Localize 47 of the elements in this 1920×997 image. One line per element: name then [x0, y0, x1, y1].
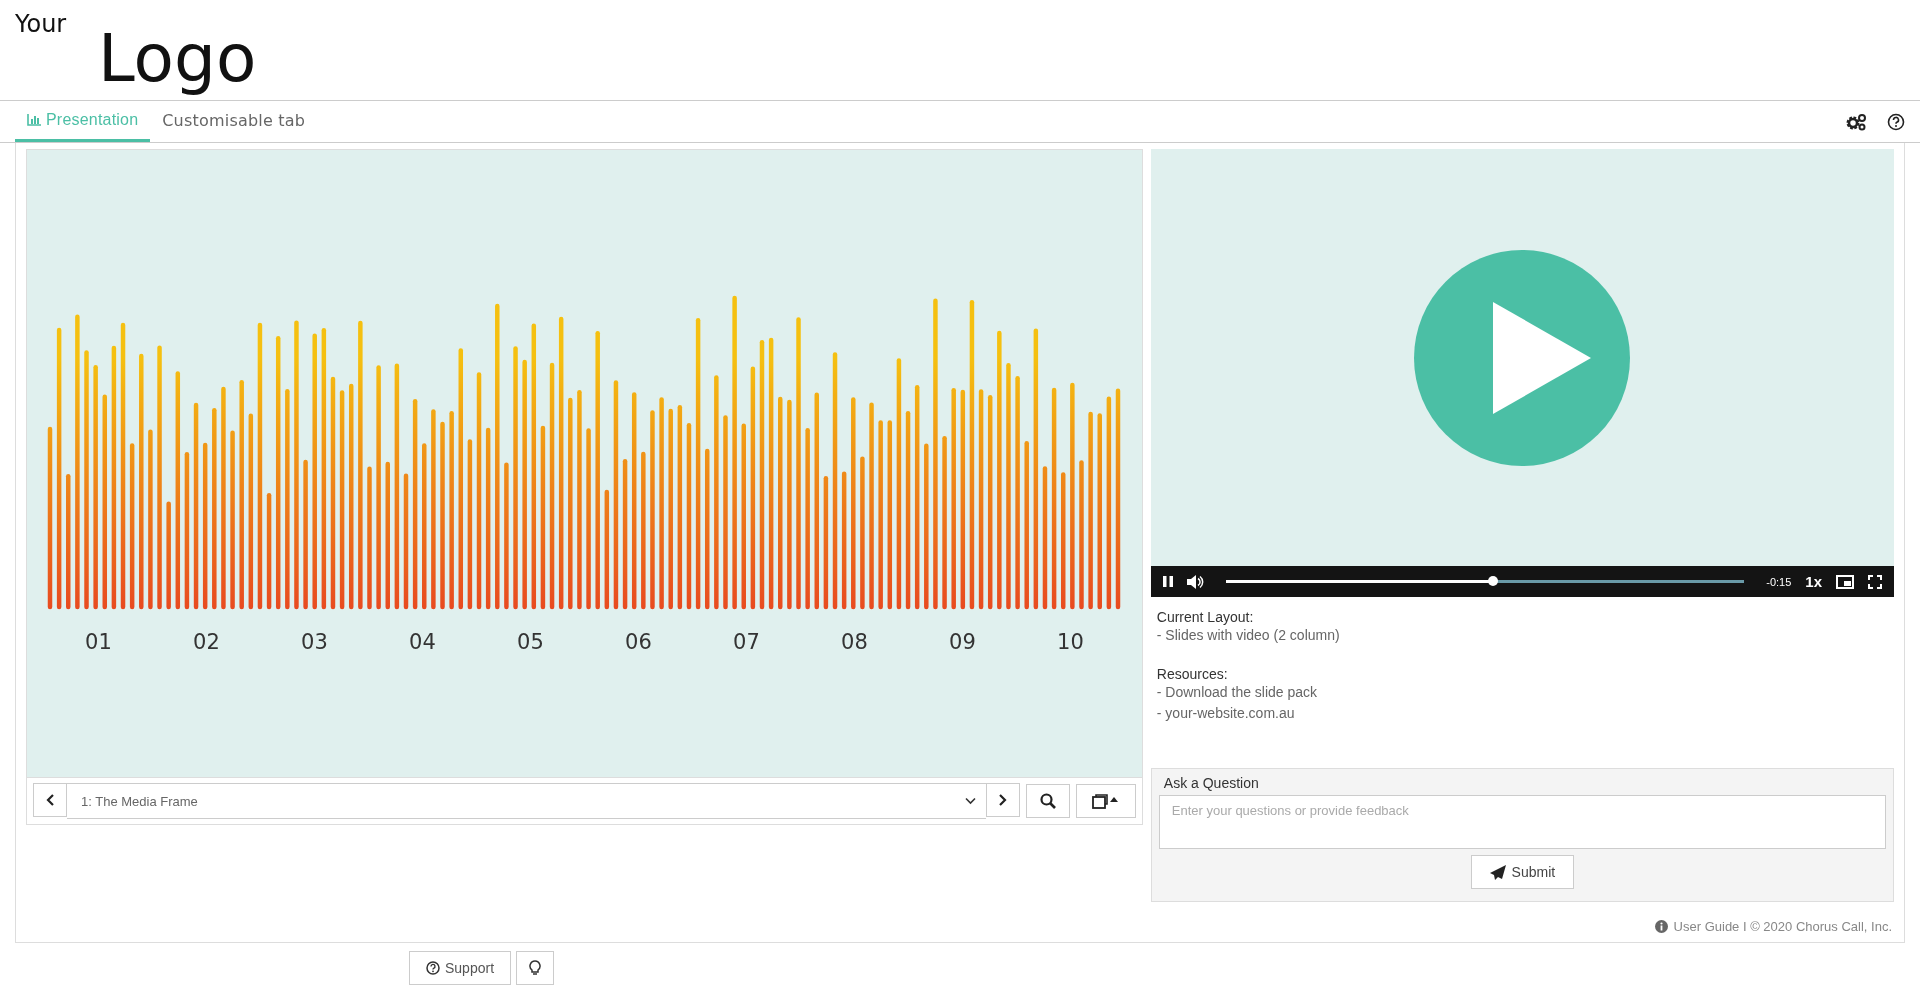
slide-label: 08	[840, 630, 869, 654]
search-icon	[1039, 793, 1056, 809]
question-title: Ask a Question	[1163, 775, 1260, 791]
time-remaining: -0:15	[1766, 575, 1792, 588]
info-line: - your-website.com.au	[1156, 704, 1296, 723]
bar-chart-icon	[27, 114, 41, 126]
logo-text: Logo	[98, 20, 257, 97]
layout-button[interactable]	[1075, 784, 1136, 818]
slide-label: 05	[516, 630, 545, 654]
chevron-down-icon	[964, 797, 976, 805]
search-button[interactable]	[1025, 784, 1070, 818]
settings-icon[interactable]	[1845, 112, 1867, 131]
lightbulb-button[interactable]	[516, 951, 555, 985]
slide-label: 04	[408, 630, 437, 654]
paper-plane-icon	[1489, 864, 1506, 880]
footer-text: User Guide I © 2020 Chorus Call, Inc.	[1673, 919, 1892, 934]
info-line: - Slides with video (2 column)	[1156, 626, 1341, 645]
chevron-right-icon	[998, 794, 1008, 806]
previous-button[interactable]	[33, 783, 67, 817]
lightbulb-icon	[529, 960, 542, 976]
slide-label: 10	[1056, 630, 1085, 654]
next-button[interactable]	[985, 783, 1020, 817]
fullscreen-icon[interactable]	[1868, 574, 1882, 589]
chevron-left-icon	[45, 794, 55, 806]
logo-text: Your	[15, 10, 67, 38]
submit-button[interactable]: Submit	[1470, 855, 1575, 889]
slide-label: 07	[732, 630, 761, 654]
slide-label: 03	[300, 630, 329, 654]
slide-label: 02	[192, 630, 221, 654]
speed-button[interactable]: 1x	[1805, 573, 1822, 590]
window-caret-icon	[1091, 793, 1120, 809]
info-heading: Resources:	[1156, 666, 1229, 682]
info-heading: Current Layout:	[1156, 609, 1255, 625]
help-icon	[426, 961, 440, 975]
info-icon	[1654, 920, 1668, 933]
question-field[interactable]: Enter your questions or provide feedback	[1158, 795, 1886, 849]
volume-icon[interactable]	[1186, 574, 1204, 589]
help-icon[interactable]	[1887, 112, 1905, 131]
slide-label: 09	[948, 630, 977, 654]
info-line: - Download the slide pack	[1156, 683, 1319, 702]
pause-icon[interactable]	[1162, 576, 1173, 587]
support-button[interactable]: Support	[409, 951, 512, 985]
slide-label: 01	[84, 630, 113, 654]
tab[interactable]: Customisable tab	[150, 101, 318, 142]
slide-label: 06	[624, 630, 653, 654]
picture-in-picture-icon[interactable]	[1836, 574, 1854, 589]
slide-select[interactable]: 1: The Media Frame	[67, 783, 986, 819]
